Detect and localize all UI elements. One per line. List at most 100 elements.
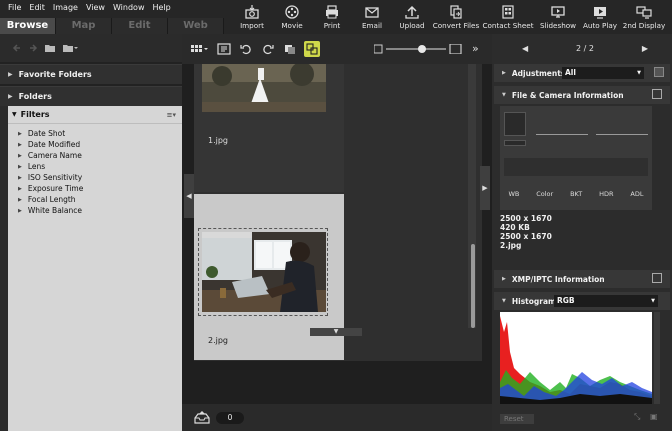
- movie-button[interactable]: Movie: [272, 2, 312, 32]
- left-panel-toolbar: [0, 34, 182, 62]
- file-camera-info-label: File & Camera Information: [511, 90, 624, 100]
- filters-label: Filters: [20, 110, 50, 119]
- auto-play-button[interactable]: Auto Play: [580, 2, 620, 32]
- collapse-right-panel-button[interactable]: ▶: [480, 166, 490, 210]
- import-button[interactable]: Import: [232, 2, 272, 32]
- camera-thumbnail-placeholder: [504, 112, 526, 136]
- filter-date-shot[interactable]: ▶ Date Shot: [8, 128, 182, 139]
- thumbnail-item[interactable]: 1.jpg: [194, 64, 344, 192]
- menu-edit[interactable]: Edit: [25, 2, 49, 14]
- camera-info-display: WB Color BKT HDR ADL: [500, 106, 652, 210]
- second-display-button[interactable]: 2nd Display: [620, 2, 668, 32]
- right-panel: ◀ 2 / 2 ▶ ▶ Adjustments All ▼ ▼ File & Ca…: [492, 34, 672, 431]
- filter-exposure-time[interactable]: ▶ Exposure Time: [8, 183, 182, 194]
- upload-button[interactable]: Upload: [392, 2, 432, 32]
- chevron-down-icon: ▼: [651, 298, 655, 304]
- file-name: 2.jpg: [500, 241, 522, 250]
- view-mode-button[interactable]: [188, 41, 210, 57]
- photo-thumbnail: [202, 64, 326, 112]
- tab-web[interactable]: Web: [168, 18, 224, 34]
- highlight-toggle-button[interactable]: [304, 41, 320, 57]
- import-label: Import: [240, 21, 264, 30]
- adjustments-value: All: [565, 68, 576, 77]
- info-placeholder-strip: [504, 158, 648, 176]
- upload-label: Upload: [399, 21, 425, 30]
- new-folder-icon[interactable]: [44, 43, 56, 53]
- filters-panel: ▼ Filters ≡▾ ▶ Date Shot ▶ Date Modified ▶…: [8, 106, 182, 431]
- print-button[interactable]: Print: [312, 2, 352, 32]
- menu-help[interactable]: Help: [148, 2, 174, 14]
- histogram-label: Histogram: [511, 296, 556, 306]
- expand-arrow-icon: ▶: [8, 71, 13, 78]
- browser-status-bar: 0: [182, 404, 492, 431]
- xmp-iptc-header[interactable]: ▶ XMP/IPTC Information: [494, 270, 670, 288]
- slideshow-button[interactable]: Slideshow: [536, 2, 580, 32]
- histogram-scrollbar[interactable]: [654, 312, 660, 404]
- histogram-options-icon[interactable]: ⤡: [634, 412, 640, 422]
- expand-arrow-icon: ▶: [18, 130, 22, 137]
- photo-thumbnail: [202, 232, 326, 312]
- filter-white-balance[interactable]: ▶ White Balance: [8, 205, 182, 216]
- menu-image[interactable]: Image: [49, 2, 82, 14]
- adjustments-header[interactable]: ▶ Adjustments All ▼: [494, 64, 670, 82]
- filter-lens[interactable]: ▶ Lens: [8, 161, 182, 172]
- menu-file[interactable]: File: [4, 2, 25, 14]
- adjustments-select[interactable]: All ▼: [562, 67, 644, 79]
- expand-arrow-icon: ▶: [502, 70, 506, 76]
- slideshow-label: Slideshow: [539, 21, 577, 30]
- filters-header[interactable]: ▼ Filters ≡▾: [8, 106, 182, 124]
- previous-image-icon[interactable]: ◀: [522, 44, 528, 53]
- histogram-header[interactable]: ▼ Histogram RGB ▼: [494, 292, 670, 310]
- convert-files-button[interactable]: Convert Files: [432, 2, 480, 32]
- xmp-iptc-label: XMP/IPTC Information: [511, 274, 605, 284]
- xmp-settings-icon[interactable]: [652, 273, 662, 283]
- tab-browse[interactable]: Browse: [0, 18, 56, 34]
- filter-date-modified[interactable]: ▶ Date Modified: [8, 139, 182, 150]
- menu-window[interactable]: Window: [109, 2, 149, 14]
- collapse-left-panel-button[interactable]: ◀: [184, 174, 194, 218]
- scrollbar-thumb[interactable]: [471, 244, 475, 328]
- filter-label: ISO Sensitivity: [27, 173, 83, 182]
- expand-panel-icon[interactable]: »: [472, 42, 479, 55]
- collapse-bottom-panel-button[interactable]: ▼: [310, 328, 362, 336]
- info-col-adl: ADL: [630, 190, 644, 198]
- contact-sheet-button[interactable]: Contact Sheet: [480, 2, 536, 32]
- info-settings-icon[interactable]: [652, 89, 662, 99]
- forward-arrow-icon[interactable]: [28, 43, 38, 53]
- filter-camera-name[interactable]: ▶ Camera Name: [8, 150, 182, 161]
- folders-label: Folders: [18, 92, 52, 101]
- favorite-folders-header[interactable]: ▶ Favorite Folders: [0, 64, 182, 84]
- rotate-left-icon: [240, 44, 251, 55]
- thumbnail-size-slider[interactable]: [374, 44, 462, 54]
- file-camera-info-header[interactable]: ▼ File & Camera Information: [494, 86, 670, 104]
- menu-view[interactable]: View: [82, 2, 109, 14]
- rotate-right-button[interactable]: [260, 41, 276, 57]
- auto-play-icon: [594, 7, 606, 19]
- email-button[interactable]: Email: [352, 2, 392, 32]
- chevron-down-icon: ▼: [637, 70, 641, 76]
- back-arrow-icon[interactable]: [12, 43, 22, 53]
- compare-button[interactable]: [282, 41, 298, 57]
- filter-label: Focal Length: [27, 195, 76, 204]
- print-label: Print: [323, 21, 341, 30]
- filter-iso-sensitivity[interactable]: ▶ ISO Sensitivity: [8, 172, 182, 183]
- histogram-channel-select[interactable]: RGB ▼: [554, 295, 658, 307]
- photo-tray-icon[interactable]: [194, 410, 210, 424]
- adjustments-copy-icon[interactable]: [654, 67, 664, 77]
- tab-map[interactable]: Map: [56, 18, 112, 34]
- reset-button[interactable]: Reset: [500, 414, 534, 424]
- rotate-left-button[interactable]: [238, 41, 254, 57]
- info-col-hdr: HDR: [599, 190, 614, 198]
- filter-focal-length[interactable]: ▶ Focal Length: [8, 194, 182, 205]
- filters-menu-icon[interactable]: ≡▾: [167, 111, 176, 119]
- histogram-copy-icon[interactable]: ▣: [650, 412, 658, 421]
- collapse-arrow-icon: ▼: [502, 92, 506, 98]
- folders-header[interactable]: ▶ Folders: [0, 86, 182, 106]
- tab-edit[interactable]: Edit: [112, 18, 168, 34]
- collapse-arrow-icon: ▼: [12, 111, 17, 118]
- folder-options-icon[interactable]: [62, 43, 78, 53]
- chevron-right-icon: ▶: [482, 184, 488, 192]
- next-image-icon[interactable]: ▶: [642, 44, 648, 53]
- info-overlay-button[interactable]: [216, 41, 232, 57]
- browser-area: » 1.jpg 2.jpg ◀ ▶ ▼ 0: [182, 34, 492, 431]
